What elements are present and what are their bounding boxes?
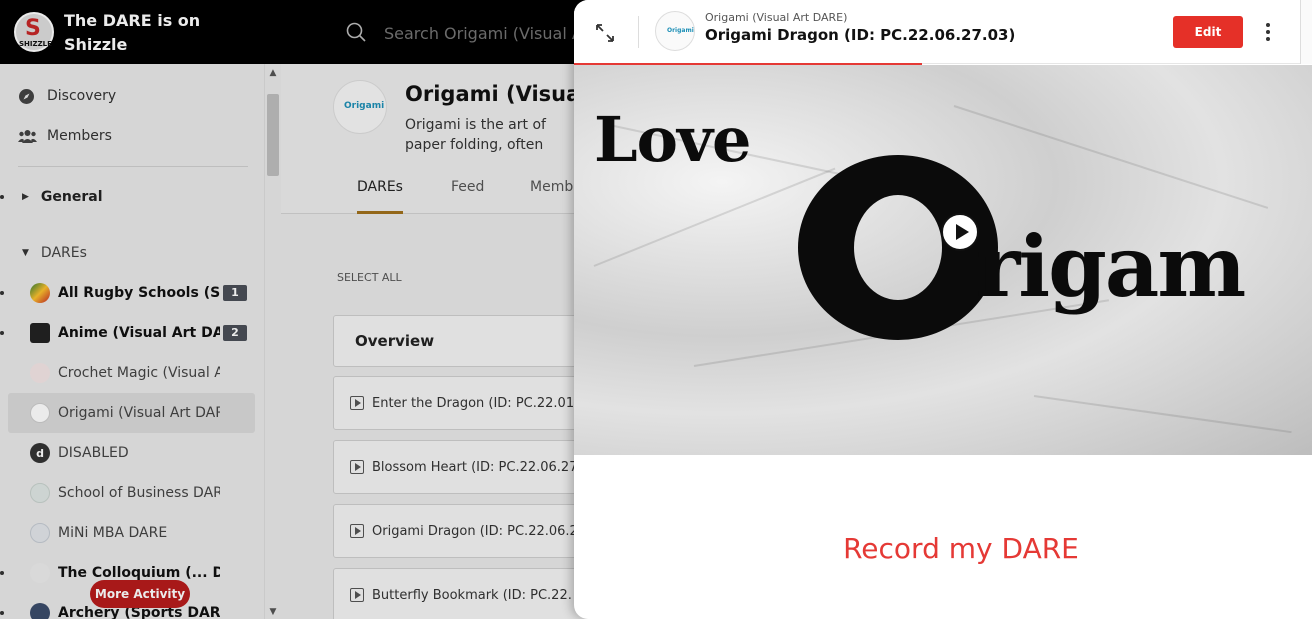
record-dare-button[interactable]: Record my DARE xyxy=(574,532,1312,565)
more-options-icon[interactable] xyxy=(1260,20,1276,44)
panel-header: Origami Origami (Visual Art DARE) Origam… xyxy=(574,0,1312,64)
play-button[interactable] xyxy=(941,213,979,251)
header-separator xyxy=(638,16,639,48)
panel-scrollbar[interactable] xyxy=(1300,0,1312,64)
video-text-love: Love xyxy=(594,103,751,176)
edit-button[interactable]: Edit xyxy=(1173,16,1243,48)
panel-title: Origami Dragon (ID: PC.22.06.27.03) xyxy=(705,26,1016,44)
video-player[interactable]: Love rigam xyxy=(574,65,1312,455)
dare-detail-panel: Origami Origami (Visual Art DARE) Origam… xyxy=(574,0,1312,619)
expand-icon[interactable] xyxy=(594,22,616,44)
panel-subtitle[interactable]: Origami (Visual Art DARE) xyxy=(705,11,847,24)
video-text-rigam: rigam xyxy=(976,217,1246,316)
dare-avatar: Origami xyxy=(655,11,695,51)
